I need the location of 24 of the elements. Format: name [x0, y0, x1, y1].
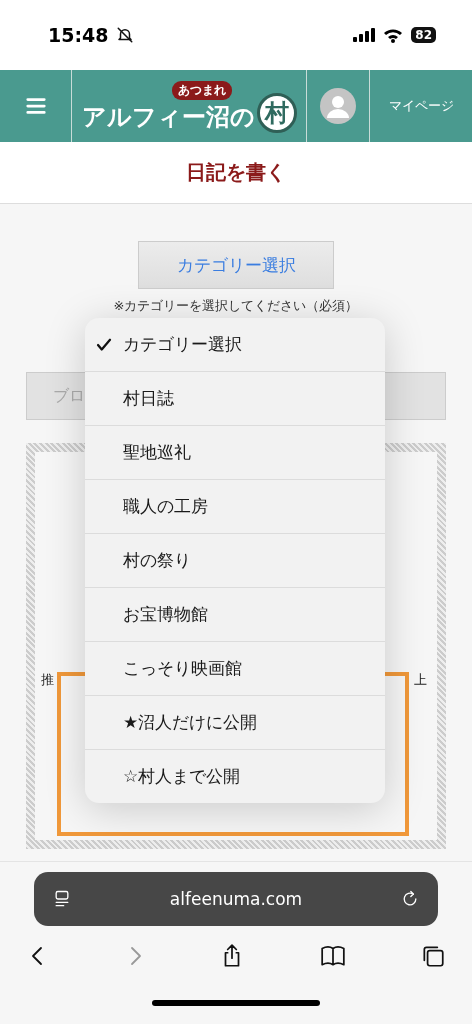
menu-option[interactable]: 村日誌	[85, 371, 385, 425]
menu-option[interactable]: 村の祭り	[85, 533, 385, 587]
menu-option[interactable]: こっそり映画館	[85, 641, 385, 695]
logo-badge: あつまれ	[171, 81, 232, 100]
menu-option[interactable]: 職人の工房	[85, 479, 385, 533]
logo-emblem: 村	[256, 93, 297, 133]
hint-text: 上	[414, 671, 427, 689]
menu-option[interactable]: カテゴリー選択	[85, 318, 385, 371]
clock-time: 15:48	[48, 24, 109, 46]
menu-option[interactable]: ★沼人だけに公開	[85, 695, 385, 749]
hint-text: 推	[41, 671, 54, 689]
address-bar[interactable]: alfeenuma.com	[34, 872, 438, 926]
wifi-icon	[383, 27, 404, 43]
menu-option[interactable]: お宝博物館	[85, 587, 385, 641]
menu-option[interactable]: ☆村人まで公開	[85, 749, 385, 803]
signal-icon	[353, 28, 376, 42]
battery-level: 82	[411, 27, 436, 43]
menu-option[interactable]: 聖地巡礼	[85, 425, 385, 479]
tabs-icon[interactable]	[420, 943, 446, 969]
page-title: 日記を書く	[186, 159, 286, 186]
url-text: alfeenuma.com	[169, 889, 303, 909]
avatar-icon[interactable]	[320, 88, 356, 124]
category-note: ※カテゴリーを選択してください（必須）	[113, 297, 359, 313]
bell-slash-icon	[116, 26, 135, 44]
